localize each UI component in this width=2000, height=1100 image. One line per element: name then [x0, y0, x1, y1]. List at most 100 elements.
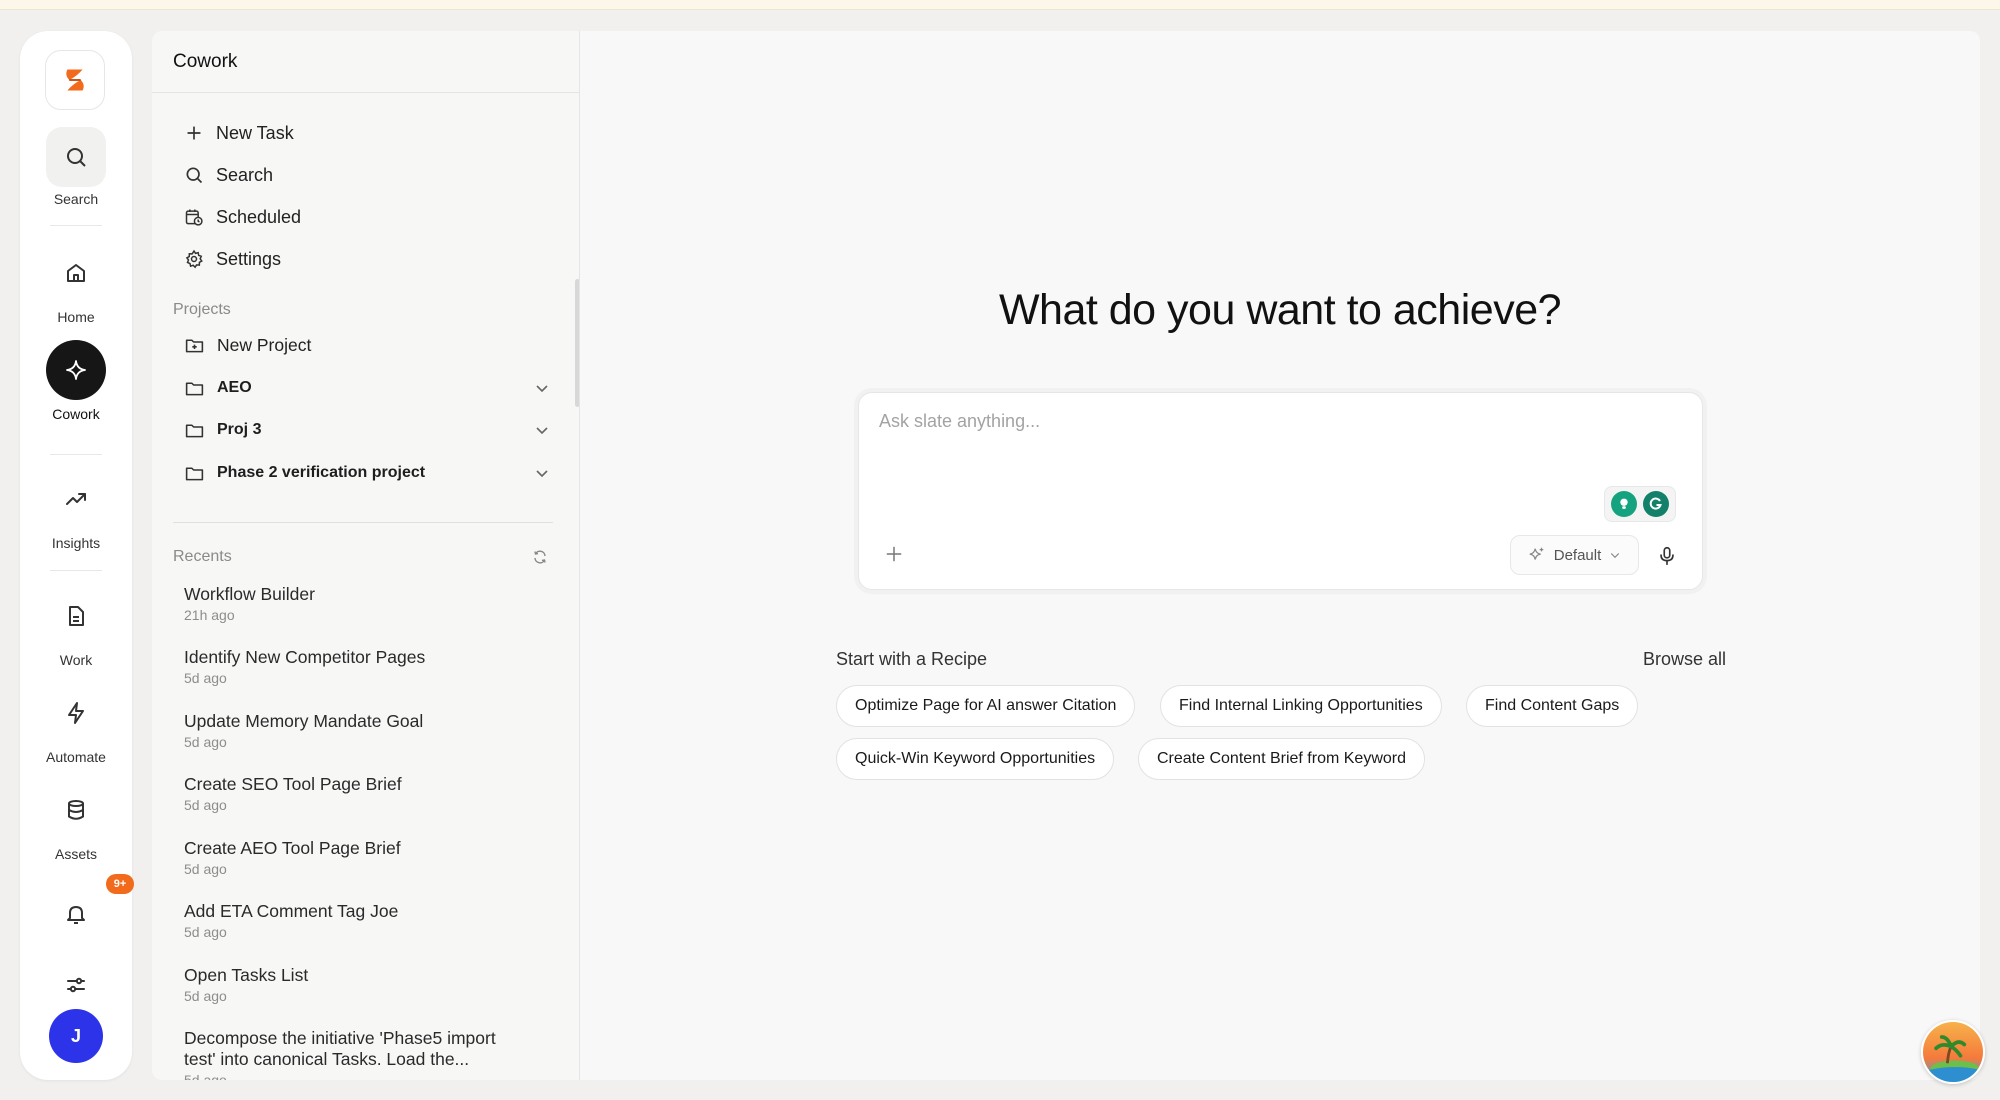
rail-item-search[interactable]: Search [20, 127, 132, 207]
rail-label: Home [57, 309, 95, 325]
attach-button[interactable] [884, 542, 904, 568]
projects-section-title: Projects [173, 301, 231, 318]
recipe-chip[interactable]: Quick-Win Keyword Opportunities [836, 738, 1115, 780]
rail-label: Automate [46, 749, 106, 765]
recent-time: 21h ago [184, 607, 235, 623]
chevron-down-icon[interactable] [534, 380, 550, 396]
chevron-down-icon [1611, 553, 1620, 559]
grammarly-widget[interactable] [1604, 486, 1676, 522]
recent-time: 5d ago [184, 670, 227, 686]
refresh-icon[interactable] [532, 549, 548, 565]
project-item[interactable]: Proj 3 [184, 412, 550, 448]
recipe-chip[interactable]: Find Internal Linking Opportunities [1160, 685, 1442, 727]
rail-item-insights[interactable]: Insights [20, 469, 132, 551]
search-icon [46, 127, 106, 187]
recent-item[interactable]: Create AEO Tool Page Brief 5d ago [184, 838, 544, 877]
rail-divider [50, 225, 102, 226]
left-rail: Search Home Cowork Insights Work Automat… [20, 31, 134, 1080]
rail-item-assets[interactable]: Assets [20, 780, 132, 862]
recent-item[interactable]: Identify New Competitor Pages 5d ago [184, 647, 544, 686]
project-item[interactable]: AEO [184, 370, 550, 406]
folder-icon [185, 423, 204, 437]
document-icon [46, 586, 106, 646]
scheduled-button[interactable]: Scheduled [184, 199, 301, 235]
recent-title: Identify New Competitor Pages [184, 647, 426, 667]
project-name: Phase 2 verification project [217, 464, 426, 481]
composer: Default [858, 392, 1703, 590]
rail-item-work[interactable]: Work [20, 586, 132, 668]
lightning-icon [46, 683, 106, 743]
top-strip [0, 0, 2000, 10]
assistant-avatar-button[interactable] [1921, 1020, 1985, 1084]
recipes-title: Start with a Recipe [836, 649, 988, 669]
rail-item-home[interactable]: Home [20, 243, 132, 325]
recent-title: Create SEO Tool Page Brief [184, 774, 402, 794]
recent-time: 5d ago [184, 988, 227, 1004]
recent-item[interactable]: Add ETA Comment Tag Joe 5d ago [184, 901, 544, 940]
app-logo[interactable] [45, 50, 105, 110]
calendar-clock-icon [185, 209, 203, 226]
recent-title: Create AEO Tool Page Brief [184, 838, 401, 858]
trending-up-icon [46, 469, 106, 529]
rail-item-cowork[interactable]: Cowork [20, 340, 132, 422]
logo-icon [66, 69, 84, 91]
model-label: Default [1553, 546, 1602, 564]
chevron-down-icon[interactable] [534, 465, 550, 481]
recent-title: Decompose the initiative 'Phase5 import … [184, 1028, 496, 1069]
recipe-chip[interactable]: Create Content Brief from Keyword [1138, 738, 1425, 780]
rail-label: Assets [54, 846, 97, 862]
sparkle-icon [46, 340, 106, 400]
search-button[interactable]: Search [184, 157, 273, 193]
new-project-button[interactable]: New Project [184, 327, 550, 363]
menu-label: Search [216, 164, 274, 185]
microphone-icon [1660, 546, 1674, 566]
avatar[interactable]: J [49, 1009, 103, 1063]
rail-divider [50, 454, 102, 455]
recent-time: 5d ago [184, 924, 227, 940]
home-icon [46, 243, 106, 303]
new-project-label: New Project [217, 334, 312, 355]
rail-label: Cowork [52, 406, 100, 422]
microphone-button[interactable] [1652, 541, 1682, 571]
project-item[interactable]: Phase 2 verification project [184, 455, 550, 491]
project-name: Proj 3 [217, 421, 262, 438]
rail-divider [50, 570, 102, 571]
recent-title: Update Memory Mandate Goal [184, 711, 424, 731]
menu-label: New Task [216, 122, 294, 143]
recent-item[interactable]: Create SEO Tool Page Brief 5d ago [184, 774, 544, 813]
plus-icon [886, 546, 902, 562]
folder-icon [185, 466, 204, 480]
panel-title: Cowork [152, 31, 579, 93]
recent-time: 5d ago [184, 861, 227, 877]
browse-all-link[interactable]: Browse all [1640, 649, 1726, 670]
rail-label: Insights [51, 535, 101, 551]
rail-item-notifications[interactable]: 9+ [20, 874, 134, 944]
recipe-chip[interactable]: Find Content Gaps [1466, 685, 1639, 727]
plus-icon [187, 126, 201, 140]
new-task-button[interactable]: New Task [184, 115, 294, 151]
settings-button[interactable]: Settings [184, 241, 281, 277]
recent-time: 5d ago [184, 734, 227, 750]
database-icon [46, 780, 106, 840]
sparkle-icon [1529, 547, 1544, 560]
recent-item[interactable]: Open Tasks List 5d ago [184, 965, 544, 1004]
recent-item[interactable]: Update Memory Mandate Goal 5d ago [184, 711, 544, 750]
recent-title: Open Tasks List [184, 965, 309, 985]
grammarly-icon [1643, 491, 1669, 517]
rail-item-automate[interactable]: Automate [20, 683, 132, 765]
page-title: What do you want to achieve? [998, 286, 1562, 334]
recent-item[interactable]: Workflow Builder 21h ago [184, 584, 544, 623]
menu-label: Scheduled [216, 206, 302, 227]
cowork-panel: Cowork New Task Search Scheduled Setting… [152, 31, 580, 1080]
recent-time: 5d ago [184, 1072, 227, 1080]
model-selector[interactable]: Default [1510, 535, 1639, 575]
ask-input[interactable] [879, 411, 1659, 432]
folder-plus-icon [185, 338, 204, 352]
panel-divider [173, 522, 553, 523]
recent-time: 5d ago [184, 797, 227, 813]
recipe-chip[interactable]: Optimize Page for AI answer Citation [836, 685, 1136, 727]
rail-item-preferences[interactable] [20, 955, 132, 1015]
recent-item[interactable]: Decompose the initiative 'Phase5 import … [184, 1028, 524, 1080]
main-area: What do you want to achieve? Default Sta… [580, 31, 1980, 1080]
chevron-down-icon[interactable] [534, 422, 550, 438]
